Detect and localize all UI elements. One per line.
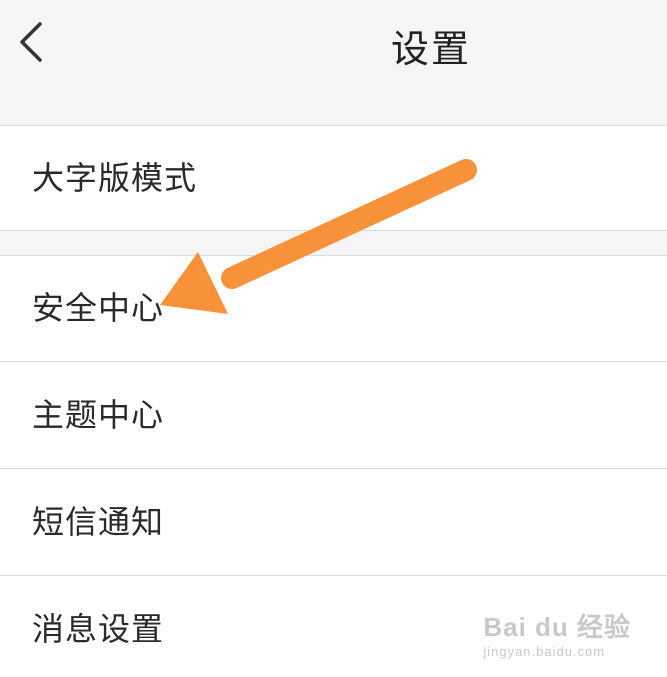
- settings-item-label: 主题中心: [32, 396, 165, 434]
- settings-item-sms-notification[interactable]: 短信通知: [0, 469, 667, 575]
- watermark-brand: Bai du 经验: [483, 612, 631, 642]
- section-gap: [0, 231, 667, 255]
- settings-item-large-font-mode[interactable]: 大字版模式: [0, 126, 667, 230]
- settings-item-theme-center[interactable]: 主题中心: [0, 362, 667, 468]
- navigation-bar: 设置: [0, 0, 667, 125]
- settings-item-label: 消息设置: [32, 610, 165, 648]
- watermark-url: jingyan.baidu.com: [483, 644, 606, 659]
- settings-item-label: 大字版模式: [32, 159, 198, 197]
- settings-item-label: 短信通知: [32, 503, 165, 541]
- settings-item-security-center[interactable]: 安全中心: [0, 256, 667, 361]
- page-title: 设置: [390, 27, 471, 71]
- watermark: Bai du 经验 jingyan.baidu.com: [483, 607, 631, 659]
- settings-item-label: 安全中心: [32, 289, 165, 327]
